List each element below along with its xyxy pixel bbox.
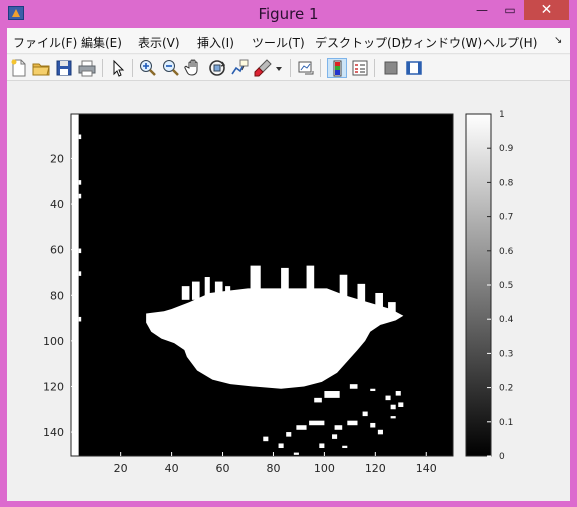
y-tick-label: 100	[43, 335, 64, 348]
colorbar-icon[interactable]	[327, 58, 347, 78]
y-tick-label: 80	[50, 289, 64, 302]
toolbar-separator	[102, 59, 103, 77]
title-bar[interactable]: Figure 1 — ▭ ✕	[0, 0, 577, 28]
colorbar-tick-label: 0.5	[499, 281, 513, 291]
brush-icon[interactable]	[253, 58, 273, 78]
menu-overflow-icon[interactable]: ↘	[554, 35, 562, 46]
brush-dropdown-icon[interactable]	[274, 58, 284, 78]
rotate-3d-icon[interactable]	[207, 58, 227, 78]
y-tick-label: 20	[50, 152, 64, 165]
pan-hand-icon[interactable]	[184, 58, 204, 78]
minimize-button[interactable]: —	[469, 0, 495, 20]
y-tick-label: 140	[43, 426, 64, 439]
colorbar-tick-label: 0.4	[499, 315, 514, 325]
x-tick-label: 40	[165, 462, 179, 475]
colorbar-tick-label: 0.1	[499, 418, 513, 428]
x-tick-label: 120	[365, 462, 386, 475]
figure-toolbar	[7, 55, 570, 81]
menu-insert[interactable]: 挿入(I)	[197, 34, 234, 51]
x-tick-label: 140	[416, 462, 437, 475]
close-button[interactable]: ✕	[524, 0, 569, 20]
menu-desktop[interactable]: デスクトップ(D)	[315, 34, 406, 51]
y-tick-label: 120	[43, 380, 64, 393]
colorbar-tick-label: 0.9	[499, 144, 514, 154]
menu-edit[interactable]: 編集(E)	[81, 34, 122, 51]
plot-svg: 20 40 60 80 100 120 140 20 40 60 80 100 120 140 0 0.1…	[43, 110, 514, 475]
image-background	[71, 114, 453, 456]
image-axes	[70, 113, 454, 457]
link-plot-icon[interactable]	[296, 58, 316, 78]
menu-help[interactable]: ヘルプ(H)	[483, 34, 537, 51]
pointer-icon[interactable]	[108, 58, 128, 78]
toolbar-separator	[290, 59, 291, 77]
zoom-in-icon[interactable]	[138, 58, 158, 78]
legend-icon[interactable]	[350, 58, 370, 78]
hide-plot-tools-icon[interactable]	[381, 58, 401, 78]
show-plot-tools-icon[interactable]	[404, 58, 424, 78]
figure-window: Figure 1 — ▭ ✕ ファイル(F) 編集(E) 表示(V) 挿入(I)…	[0, 0, 577, 507]
zoom-out-icon[interactable]	[161, 58, 181, 78]
menu-window[interactable]: ウィンドウ(W)	[401, 34, 482, 51]
colorbar-tick-label: 0.6	[499, 247, 514, 257]
x-tick-label: 80	[266, 462, 280, 475]
menu-file[interactable]: ファイル(F)	[13, 34, 77, 51]
colorbar-tick-label: 0.8	[499, 178, 514, 188]
print-icon[interactable]	[77, 58, 97, 78]
colorbar-tick-label: 0	[499, 452, 505, 462]
toolbar-separator	[374, 59, 375, 77]
figure-canvas[interactable]: 20 40 60 80 100 120 140 20 40 60 80 100 120 140 0 0.1…	[7, 82, 570, 501]
toolbar-separator	[132, 59, 133, 77]
colorbar-tick-label: 1	[499, 110, 505, 120]
x-tick-label: 20	[114, 462, 128, 475]
colorbar[interactable]: 0 0.1 0.2 0.3 0.4 0.5 0.6 0.7 0.8 0.9 1	[465, 110, 514, 462]
y-tick-label: 60	[50, 244, 64, 257]
menu-tools[interactable]: ツール(T)	[252, 34, 305, 51]
menu-view[interactable]: 表示(V)	[138, 34, 180, 51]
figure-client-area: ファイル(F) 編集(E) 表示(V) 挿入(I) ツール(T) デスクトップ(…	[7, 28, 570, 501]
colorbar-tick-label: 0.2	[499, 384, 513, 394]
colorbar-tick-label: 0.7	[499, 213, 513, 223]
save-icon[interactable]	[54, 58, 74, 78]
colorbar-tick-label: 0.3	[499, 349, 513, 359]
open-file-icon[interactable]	[31, 58, 51, 78]
menu-bar: ファイル(F) 編集(E) 表示(V) 挿入(I) ツール(T) デスクトップ(…	[7, 28, 570, 54]
maximize-button[interactable]: ▭	[497, 0, 523, 20]
x-tick-label: 60	[216, 462, 230, 475]
y-axis: 20 40 60 80 100 120 140	[43, 152, 75, 439]
x-tick-label: 100	[314, 462, 335, 475]
data-cursor-icon[interactable]	[230, 58, 250, 78]
y-tick-label: 40	[50, 198, 64, 211]
toolbar-separator	[320, 59, 321, 77]
new-figure-icon[interactable]	[9, 58, 29, 78]
